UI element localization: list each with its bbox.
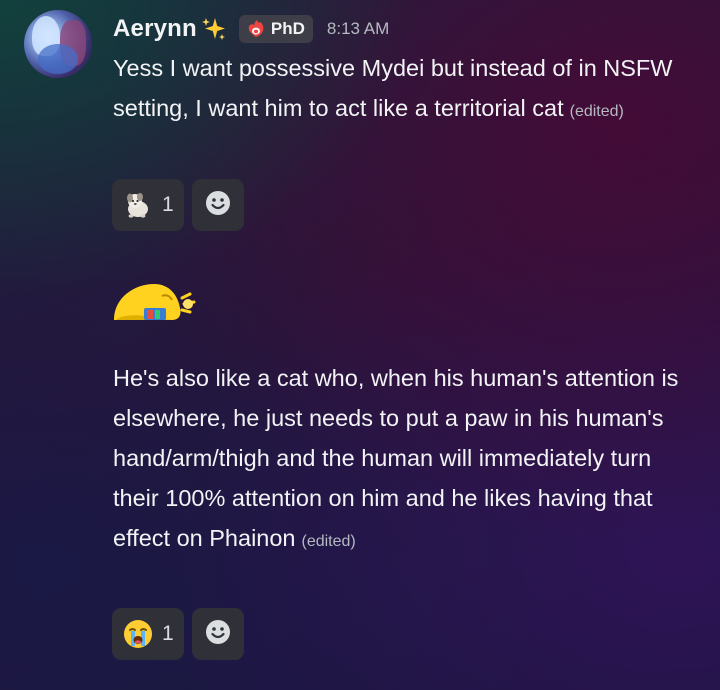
loudly-crying-face-icon [122, 618, 154, 650]
sleeping-blob-sticker[interactable] [112, 278, 198, 326]
smiley-add-reaction-icon [203, 617, 233, 651]
message-timestamp[interactable]: 8:13 AM [327, 19, 389, 39]
reaction-count: 1 [162, 622, 174, 645]
reaction-count: 1 [162, 193, 174, 216]
edited-label: (edited) [569, 103, 624, 120]
smiley-add-reaction-icon [203, 188, 233, 222]
add-reaction-button[interactable] [191, 179, 244, 231]
message-header: Aerynn PhD 8:13 AM [113, 12, 389, 46]
sparkles-icon [201, 16, 227, 42]
fire-heart-icon [246, 19, 266, 39]
reaction-crying[interactable]: 1 [112, 608, 184, 660]
reaction-bar-1: 1 [112, 179, 244, 231]
message-text-1: Yess I want possessive Mydei but instead… [113, 48, 703, 132]
add-reaction-button[interactable] [191, 608, 244, 660]
message-text-2-body: He's also like a cat who, when his human… [113, 365, 679, 551]
reaction-dog[interactable]: 1 [112, 179, 184, 231]
dog-emoji-icon [122, 189, 154, 221]
edited-label: (edited) [301, 533, 356, 550]
reaction-bar-2: 1 [112, 608, 244, 660]
role-badge[interactable]: PhD [238, 15, 313, 43]
role-label: PhD [270, 19, 305, 38]
message-text-2: He's also like a cat who, when his human… [113, 358, 703, 562]
author-name[interactable]: Aerynn [113, 15, 197, 43]
user-avatar[interactable] [24, 10, 92, 78]
